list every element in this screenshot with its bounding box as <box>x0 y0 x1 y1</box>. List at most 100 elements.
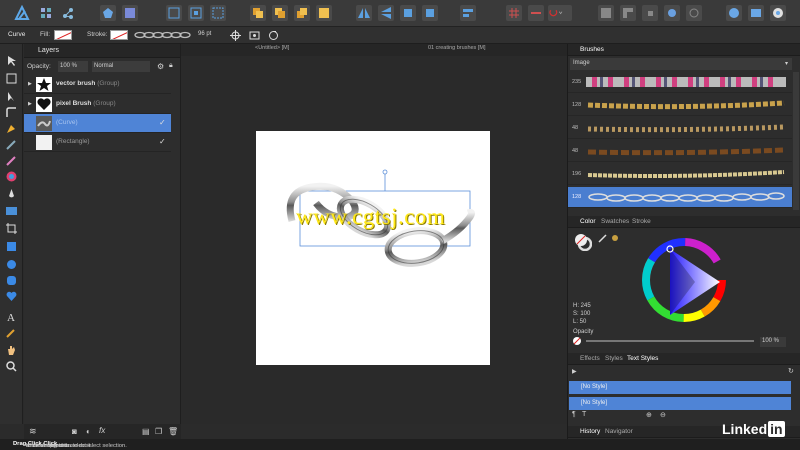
heart-shape-tool-icon[interactable] <box>5 290 18 303</box>
lock-icon[interactable]: 🔒︎ <box>169 62 173 70</box>
mask-icon[interactable]: ◙ <box>72 427 77 436</box>
arrange-forward-icon[interactable] <box>294 5 310 21</box>
expand-arrow-icon[interactable]: ▶ <box>28 101 32 107</box>
new-style-icon[interactable]: ⊕ <box>646 411 652 419</box>
arrange-back-icon[interactable] <box>250 5 266 21</box>
fx-icon[interactable]: fx <box>99 426 105 435</box>
layer-visibility-checkbox[interactable] <box>159 79 167 89</box>
ellipse-tool-icon[interactable] <box>5 258 18 271</box>
blend-mode-select[interactable]: Normal <box>92 61 150 72</box>
layer-row-curve[interactable]: (Curve) ✓ <box>24 114 171 133</box>
artboard-tool-icon[interactable] <box>5 72 18 85</box>
new-layer-icon[interactable]: ▤ <box>142 427 150 436</box>
layer-visibility-checkbox[interactable] <box>159 99 167 109</box>
text-style-row[interactable]: [No Style] <box>569 397 791 410</box>
canvas-area[interactable] <box>181 56 567 424</box>
transparency-tool-icon[interactable] <box>5 188 18 201</box>
duplicate-layer-icon[interactable]: ❐ <box>155 427 162 436</box>
rotate-left-icon[interactable] <box>400 5 416 21</box>
rotate-right-icon[interactable] <box>422 5 438 21</box>
arrange-backward-icon[interactable] <box>272 5 288 21</box>
move-tool-icon[interactable] <box>5 54 18 67</box>
flip-horizontal-icon[interactable] <box>356 5 372 21</box>
fill-tool-icon[interactable] <box>5 170 18 183</box>
arrange-front-icon[interactable] <box>316 5 332 21</box>
stroke-brush-preview[interactable] <box>134 31 196 39</box>
text-tool-icon[interactable]: A <box>5 310 18 324</box>
export-persona-icon[interactable] <box>60 5 76 21</box>
fill-stroke-selector-icon[interactable] <box>574 233 593 252</box>
zoom-tool-icon[interactable] <box>5 360 18 373</box>
snap-target-icon[interactable] <box>230 30 241 41</box>
boolean-subtract-icon[interactable] <box>620 5 636 21</box>
brush-row[interactable]: 235 <box>568 72 792 93</box>
transform-icon[interactable] <box>249 30 260 41</box>
tab-navigator[interactable]: Navigator <box>605 428 633 435</box>
tab-creating-brushes[interactable]: 01 creating brushes [M] <box>428 45 485 51</box>
color-picker-tool-icon[interactable] <box>5 326 18 339</box>
opacity-value[interactable]: 100 % <box>760 337 786 347</box>
boolean-divide-icon[interactable] <box>686 5 702 21</box>
view-tool-icon[interactable] <box>5 344 18 357</box>
layer-row-vector-brush[interactable]: ▶ vector brush (Group) <box>24 75 171 94</box>
align-icon[interactable] <box>460 5 476 21</box>
brush-row[interactable]: 48 <box>568 141 792 162</box>
brush-row[interactable]: 128 <box>568 95 792 116</box>
layout-icon[interactable] <box>748 5 764 21</box>
corner-tool-icon[interactable] <box>5 106 18 119</box>
boolean-add-icon[interactable] <box>598 5 614 21</box>
brush-row[interactable]: 196 <box>568 164 792 185</box>
snapping-icon[interactable] <box>528 5 544 21</box>
no-color-icon[interactable] <box>573 337 581 345</box>
brushes-title[interactable]: Brushes <box>580 46 604 53</box>
tab-styles[interactable]: Styles <box>605 355 623 362</box>
delete-style-icon[interactable]: ⊖ <box>660 411 666 419</box>
document-page[interactable] <box>256 131 490 365</box>
stroke-swatch[interactable] <box>110 30 128 40</box>
snap-bounds-icon[interactable] <box>210 5 226 21</box>
assistant-icon[interactable] <box>100 5 116 21</box>
pixel-persona-icon[interactable] <box>38 5 54 21</box>
tab-untitled[interactable]: <Untitled> [M] <box>255 45 289 51</box>
tab-stroke[interactable]: Stroke <box>632 218 651 225</box>
brushes-scrollbar[interactable] <box>793 72 799 210</box>
pen-tool-icon[interactable] <box>5 122 18 135</box>
layers-title[interactable]: Layers <box>38 47 59 54</box>
brush-row-selected[interactable]: 128 <box>568 187 792 208</box>
layer-settings-gear-icon[interactable]: ⚙ <box>157 62 164 71</box>
pencil-tool-icon[interactable] <box>5 138 18 151</box>
layer-row-rectangle[interactable]: (Rectangle) ✓ <box>24 133 171 152</box>
character-style-icon[interactable]: T <box>582 411 586 418</box>
chat-icon[interactable] <box>726 5 742 21</box>
paragraph-style-icon[interactable]: ¶ <box>572 411 576 418</box>
snap-grid-icon[interactable] <box>188 5 204 21</box>
chain-artwork[interactable] <box>256 131 490 365</box>
tab-swatches[interactable]: Swatches <box>601 218 629 225</box>
boolean-intersect-icon[interactable] <box>642 5 658 21</box>
refresh-icon[interactable]: ↻ <box>788 367 794 375</box>
layers-stack-icon[interactable]: ≋ <box>29 426 37 437</box>
layer-row-pixel-brush[interactable]: ▶ pixel Brush (Group) <box>24 95 171 114</box>
play-icon[interactable]: ▶ <box>572 368 577 375</box>
snapping-options-icon[interactable] <box>548 5 572 21</box>
color-wheel[interactable] <box>640 236 728 324</box>
boolean-xor-icon[interactable] <box>664 5 680 21</box>
tab-text-styles[interactable]: Text Styles <box>627 355 658 362</box>
fill-swatch[interactable] <box>54 30 72 40</box>
preferences-icon[interactable] <box>122 5 138 21</box>
text-style-row[interactable]: [No Style] <box>569 381 791 394</box>
rectangle-tool-icon[interactable] <box>5 240 18 253</box>
opacity-field[interactable]: 100 % <box>58 61 88 72</box>
tab-effects[interactable]: Effects <box>580 355 600 362</box>
flip-vertical-icon[interactable] <box>378 5 394 21</box>
trash-icon[interactable]: 🗑︎ <box>168 427 178 436</box>
stroke-width-value[interactable]: 96 pt <box>198 31 211 37</box>
colors-icon[interactable] <box>770 5 786 21</box>
node-tool-icon[interactable] <box>5 90 18 103</box>
rounded-rect-tool-icon[interactable] <box>5 274 18 287</box>
place-image-tool-icon[interactable] <box>5 204 18 217</box>
layer-visibility-checkbox[interactable]: ✓ <box>159 137 167 147</box>
brush-row[interactable]: 48 <box>568 118 792 139</box>
brush-category-select[interactable]: Image ▾ <box>570 58 792 70</box>
snap-icon[interactable] <box>166 5 182 21</box>
